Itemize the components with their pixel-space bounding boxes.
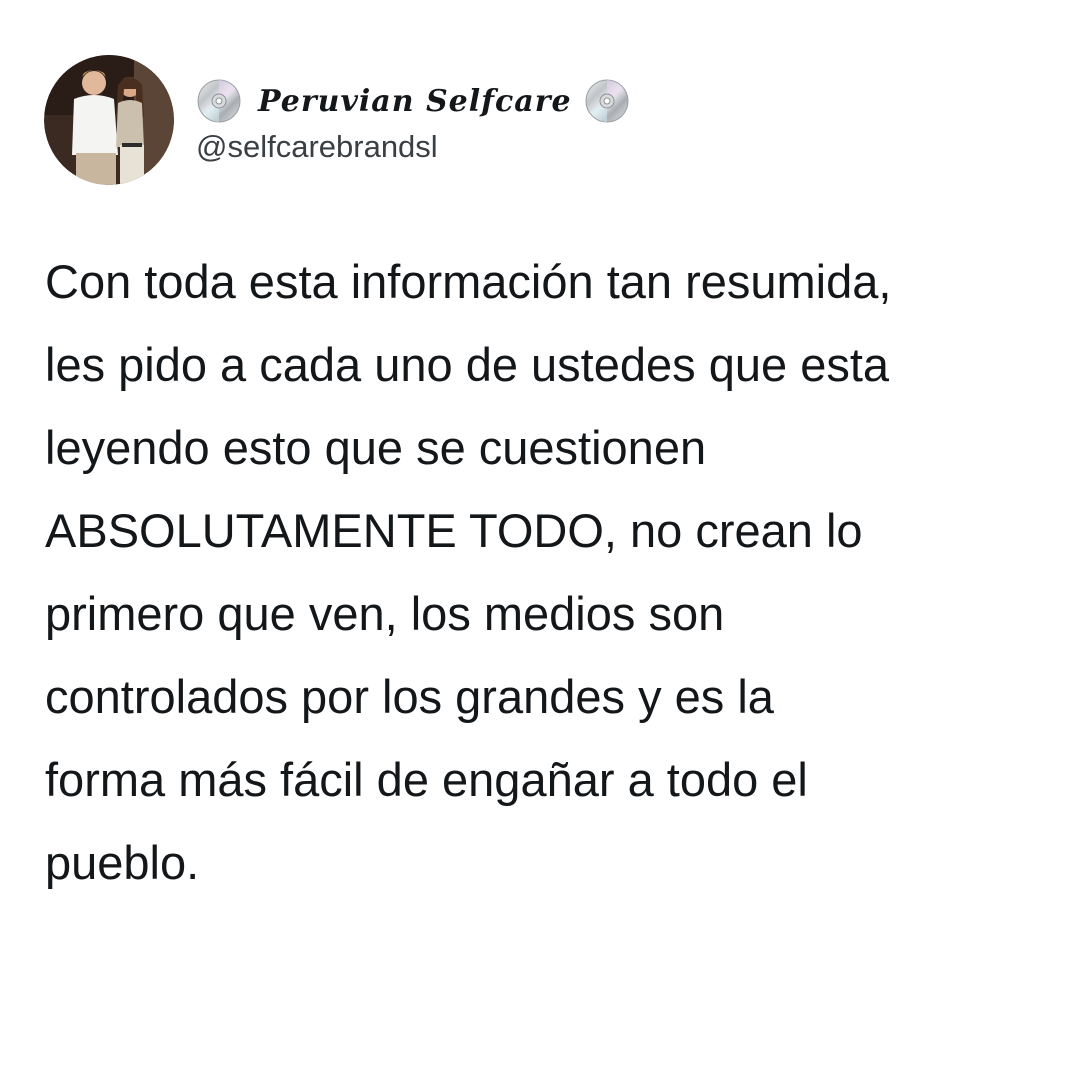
cd-disc-icon (196, 78, 242, 124)
tweet-header: Peruvian Selfcare @selfcarebrandsl (44, 55, 630, 185)
display-name-row[interactable]: Peruvian Selfcare (196, 75, 630, 127)
tweet-text-line: ABSOLUTAMENTE TODO, no crean lo (45, 504, 863, 557)
avatar[interactable] (44, 55, 174, 185)
account-handle[interactable]: @selfcarebrandsl (196, 129, 630, 165)
tweet-text-line: forma más fácil de engañar a todo el (45, 753, 808, 806)
cd-disc-icon (584, 78, 630, 124)
tweet-text-line: primero que ven, los medios son (45, 587, 725, 640)
tweet-card: Peruvian Selfcare @selfcarebrandsl Con t… (0, 0, 1080, 1080)
tweet-text-line: leyendo esto que se cuestionen (45, 421, 707, 474)
tweet-text-line: pueblo. (45, 836, 200, 889)
display-name: Peruvian Selfcare (258, 83, 572, 119)
account-names: Peruvian Selfcare @selfcarebrandsl (196, 75, 630, 165)
avatar-photo (44, 55, 174, 185)
tweet-text-line: les pido a cada uno de ustedes que esta (45, 338, 890, 391)
tweet-text-line: Con toda esta información tan resumida, (45, 255, 892, 308)
tweet-text: Con toda esta información tan resumida, … (45, 240, 1055, 904)
tweet-text-line: controlados por los grandes y es la (45, 670, 774, 723)
